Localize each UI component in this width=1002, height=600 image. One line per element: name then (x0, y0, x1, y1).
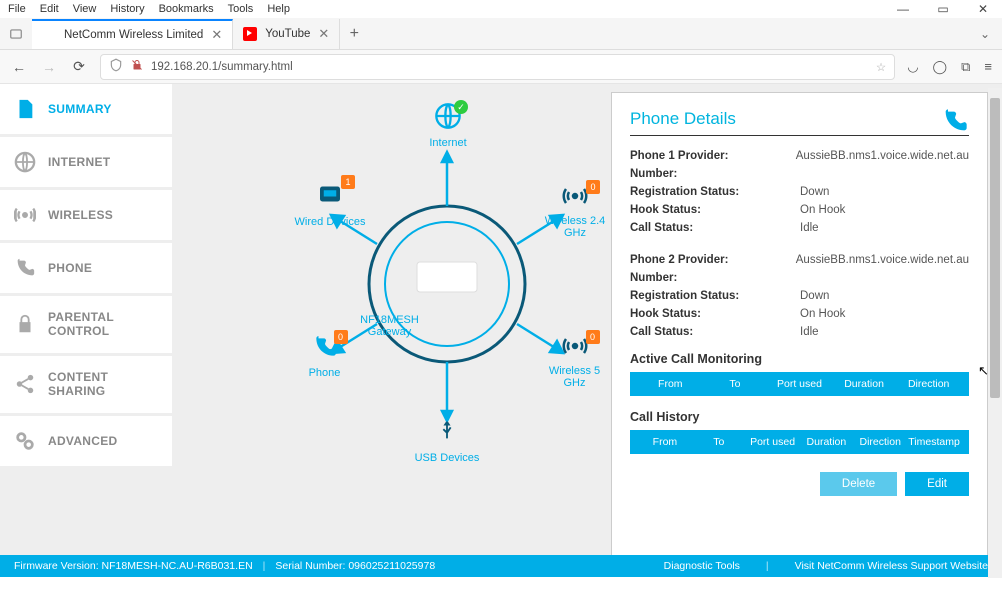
usb-icon (436, 417, 458, 448)
account-icon[interactable]: ◯ (933, 59, 948, 75)
menu-bookmarks[interactable]: Bookmarks (159, 3, 214, 15)
tab-youtube[interactable]: YouTube ✕ (233, 19, 340, 49)
node-wireless24[interactable]: 0 Wireless 2.4 GHz (540, 184, 610, 239)
node-phone[interactable]: 0 Phone (297, 334, 352, 379)
node-usb[interactable]: USB Devices (412, 417, 482, 464)
menu-tools[interactable]: Tools (228, 3, 254, 15)
nav-reload-button[interactable]: ⟳ (70, 58, 88, 75)
page-footer: Firmware Version: NF18MESH-NC.AU-R6B031.… (0, 555, 1002, 577)
menu-edit[interactable]: Edit (40, 3, 59, 15)
sidebar-item-label: WIRELESS (48, 208, 113, 222)
sidebar-item-label: PARENTAL CONTROL (48, 310, 158, 339)
sidebar-item-sharing[interactable]: CONTENT SHARING (0, 356, 172, 413)
tab-label: YouTube (265, 28, 310, 40)
count-badge: 0 (586, 180, 600, 194)
browser-tabbar: NetComm Wireless Limited ✕ YouTube ✕ + ⌄ (0, 18, 1002, 50)
call-history-title: Call History (630, 410, 969, 424)
tab-close-icon[interactable]: ✕ (318, 26, 329, 42)
wifi-icon: 0 (560, 184, 590, 211)
sidebar-item-summary[interactable]: SUMMARY (0, 84, 172, 134)
browser-urlbar-row: ← → ⟳ 192.168.20.1/summary.html ☆ ◡ ◯ ⧉ … (0, 50, 1002, 84)
menu-view[interactable]: View (73, 3, 97, 15)
node-wireless5[interactable]: 0 Wireless 5 GHz (537, 334, 612, 389)
page-scrollbar[interactable] (988, 88, 1002, 578)
delete-button[interactable]: Delete (820, 472, 897, 496)
window-close[interactable]: ✕ (972, 2, 994, 16)
phone-icon (941, 107, 969, 138)
sidebar-item-label: CONTENT SHARING (48, 370, 158, 399)
sidebar-item-label: ADVANCED (48, 434, 118, 448)
call-history-header: FromToPort usedDurationDirectionTimestam… (630, 430, 969, 454)
count-badge: 1 (341, 175, 355, 189)
sidebar: SUMMARY INTERNET WIRELESS PHONE PARENTAL… (0, 84, 172, 577)
ethernet-icon: 1 (315, 179, 345, 212)
scroll-thumb[interactable] (990, 98, 1000, 398)
active-monitoring-header: FromToPort usedDurationDirection (630, 372, 969, 396)
bookmark-star-icon[interactable]: ☆ (876, 60, 886, 74)
shield-icon (109, 58, 123, 75)
tab-close-icon[interactable]: ✕ (211, 27, 222, 43)
favicon-youtube (243, 27, 257, 41)
nav-forward-button[interactable]: → (40, 59, 58, 75)
tab-label: NetComm Wireless Limited (64, 29, 203, 41)
menu-history[interactable]: History (110, 3, 144, 15)
window-minimize[interactable]: — (892, 2, 914, 16)
window-maximize[interactable]: ▭ (932, 2, 954, 16)
url-input[interactable]: 192.168.20.1/summary.html ☆ (100, 54, 895, 80)
sidebar-item-internet[interactable]: INTERNET (0, 137, 172, 187)
count-badge: 0 (586, 330, 600, 344)
save-pocket-icon[interactable]: ◡ (907, 59, 918, 75)
menu-help[interactable]: Help (267, 3, 290, 15)
sidebar-item-wireless[interactable]: WIRELESS (0, 190, 172, 240)
app-menu-icon[interactable]: ≡ (984, 59, 992, 75)
card-title: Phone Details (630, 109, 969, 136)
node-internet[interactable]: ✓ Internet (423, 102, 473, 149)
sidebar-item-advanced[interactable]: ADVANCED (0, 416, 172, 466)
node-wired[interactable]: 1 Wired Devices (290, 179, 370, 228)
gateway-label: NF18MESHGateway (350, 314, 430, 338)
phone-icon: 0 (312, 334, 338, 363)
window-controls: — ▭ ✕ (892, 2, 994, 16)
firmware-value: NF18MESH-NC.AU-R6B031.EN (102, 560, 253, 572)
globe-icon: ✓ (434, 102, 462, 133)
sidebar-item-label: INTERNET (48, 155, 110, 169)
tabs-chevron-icon[interactable]: ⌄ (980, 27, 990, 41)
footer-support-link[interactable]: Visit NetComm Wireless Support Website (795, 560, 988, 572)
lock-icon (14, 313, 36, 335)
wifi-icon (14, 204, 36, 226)
phone-icon (14, 257, 36, 279)
tab-netcomm[interactable]: NetComm Wireless Limited ✕ (32, 19, 233, 49)
edit-button[interactable]: Edit (905, 472, 969, 496)
phone-details-card: Phone Details Phone 1 Provider:AussieBB.… (611, 92, 988, 562)
sidebar-item-phone[interactable]: PHONE (0, 243, 172, 293)
nav-back-button[interactable]: ← (10, 59, 28, 75)
check-icon: ✓ (454, 100, 468, 114)
menu-file[interactable]: File (8, 3, 26, 15)
extensions-icon[interactable]: ⧉ (961, 59, 970, 75)
serial-value: 096025211025978 (348, 560, 435, 572)
sidebar-item-label: PHONE (48, 261, 92, 275)
active-monitoring-title: Active Call Monitoring (630, 352, 969, 366)
network-diagram: NF18MESHGateway ✓ Internet 1 Wired Devic… (172, 84, 607, 577)
lock-insecure-icon (131, 59, 143, 74)
gears-icon (14, 430, 36, 452)
app-body: SUMMARY INTERNET WIRELESS PHONE PARENTAL… (0, 84, 1002, 577)
details-panel: Phone Details Phone 1 Provider:AussieBB.… (607, 84, 1002, 577)
sidebar-item-parental[interactable]: PARENTAL CONTROL (0, 296, 172, 353)
globe-icon (14, 151, 36, 173)
new-tab-button[interactable]: + (340, 25, 368, 43)
doc-icon (14, 98, 36, 120)
firmware-label: Firmware Version: (14, 560, 99, 572)
footer-diagnostic-link[interactable]: Diagnostic Tools (664, 560, 740, 572)
share-icon (14, 373, 36, 395)
url-text: 192.168.20.1/summary.html (151, 61, 293, 73)
sidebar-item-label: SUMMARY (48, 102, 112, 116)
browser-menubar: File Edit View History Bookmarks Tools H… (0, 0, 1002, 18)
count-badge: 0 (334, 330, 348, 344)
serial-label: Serial Number: (275, 560, 345, 572)
container-icon[interactable] (0, 27, 32, 41)
favicon-netcomm (42, 28, 56, 42)
wifi-icon: 0 (560, 334, 590, 361)
